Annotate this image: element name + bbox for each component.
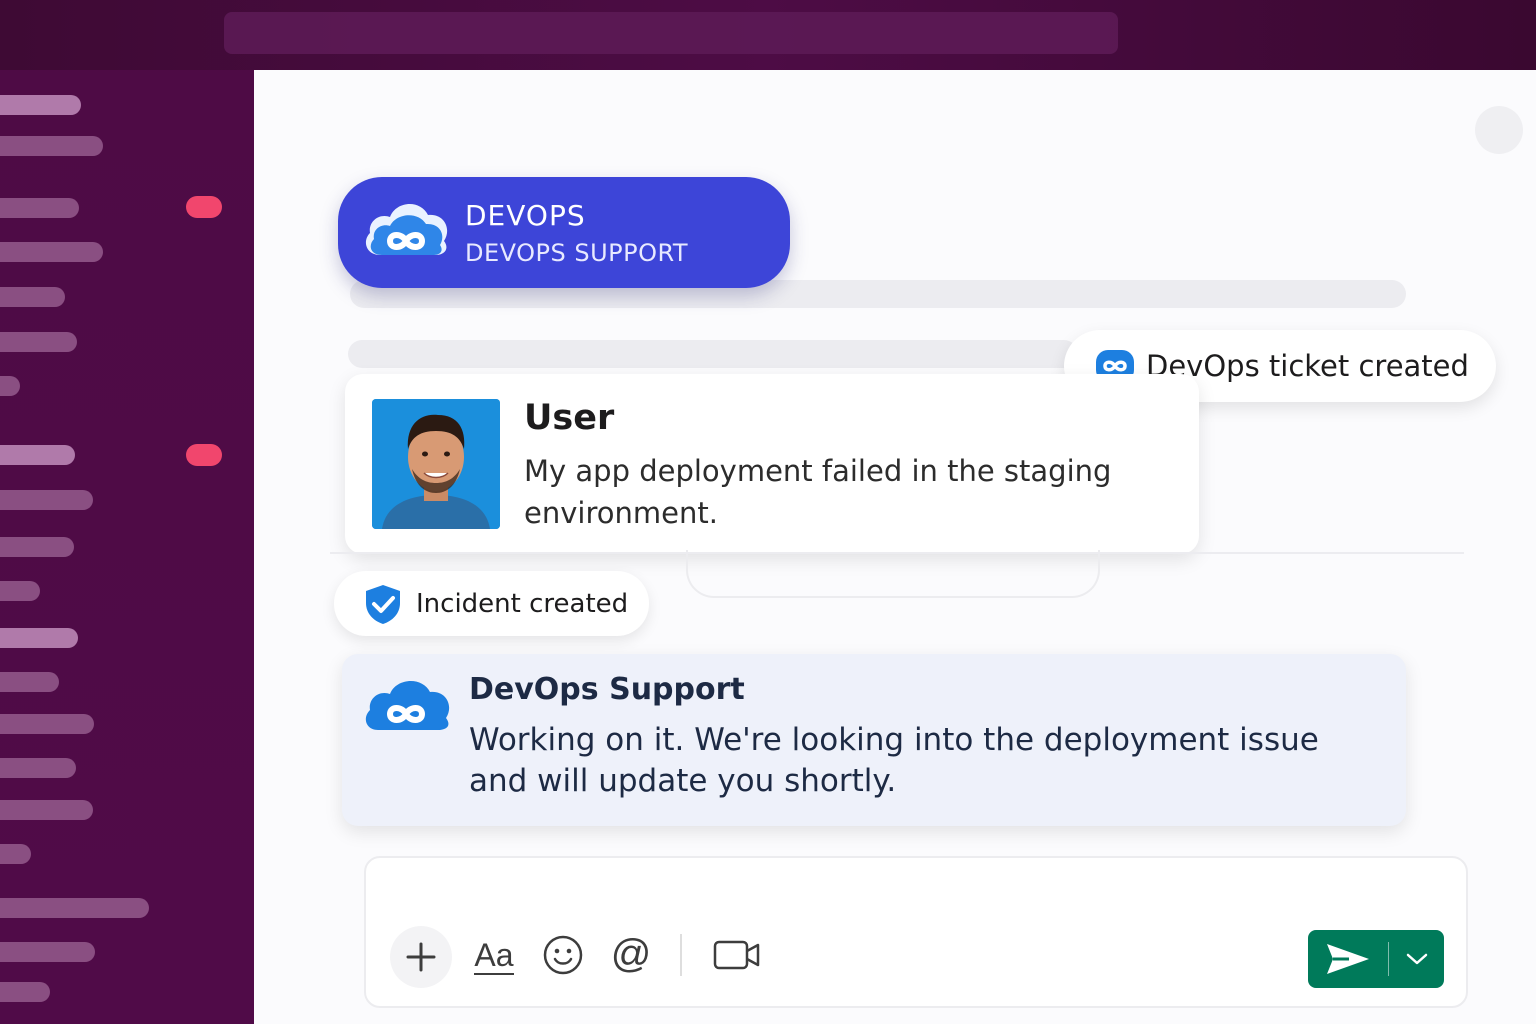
sidebar-item[interactable] — [0, 537, 74, 557]
search-bar[interactable] — [224, 12, 1118, 54]
mention-button[interactable]: @ — [608, 930, 654, 978]
sidebar-item[interactable] — [0, 628, 78, 648]
shield-check-icon — [366, 585, 400, 624]
sidebar-item[interactable] — [0, 800, 93, 820]
sidebar-item[interactable] — [0, 898, 149, 918]
message-composer: Aa @ — [364, 856, 1468, 1008]
sidebar-item[interactable] — [0, 672, 59, 692]
sidebar-item[interactable] — [0, 581, 40, 601]
incident-created-chip[interactable]: Incident created — [334, 571, 649, 636]
video-button[interactable] — [712, 936, 762, 974]
message-author: DevOps Support — [469, 672, 745, 707]
sidebar-item[interactable] — [0, 445, 75, 465]
chevron-down-icon — [1406, 953, 1428, 965]
divider — [330, 552, 1464, 554]
toolbar-separator — [680, 934, 682, 976]
add-button[interactable] — [390, 926, 452, 988]
format-button[interactable]: Aa — [470, 930, 518, 982]
profile-avatar[interactable] — [1475, 106, 1523, 154]
sidebar-item[interactable] — [0, 198, 79, 218]
sidebar-item[interactable] — [0, 287, 65, 307]
ticket-chip-label: DevOps ticket created — [1146, 349, 1469, 383]
message-text: My app deployment failed in the staging … — [524, 454, 1112, 530]
sidebar-item[interactable] — [0, 982, 50, 1002]
sidebar-item[interactable] — [0, 242, 103, 262]
emoji-icon — [543, 935, 583, 975]
send-icon — [1327, 944, 1369, 974]
send-button-group — [1308, 930, 1444, 988]
sidebar-item[interactable] — [0, 136, 103, 156]
message-input[interactable] — [380, 870, 1444, 924]
emoji-button[interactable] — [540, 932, 586, 978]
sidebar-item[interactable] — [0, 758, 76, 778]
send-separator — [1388, 942, 1389, 976]
sidebar-item[interactable] — [0, 332, 77, 352]
mention-icon: @ — [610, 931, 652, 976]
video-icon — [713, 940, 760, 970]
plus-icon — [406, 942, 436, 972]
devops-cloud-icon — [365, 680, 450, 730]
sidebar-item[interactable] — [0, 844, 31, 864]
support-message-card: DevOps Support Working on it. We're look… — [342, 654, 1406, 826]
avatar[interactable] — [372, 399, 500, 529]
sidebar-item[interactable] — [0, 714, 94, 734]
thread-preview — [686, 550, 1100, 598]
sidebar-item[interactable] — [0, 376, 20, 396]
sidebar — [0, 70, 254, 1024]
devops-cloud-icon — [365, 203, 448, 255]
user-message-card: User My app deployment failed in the sta… — [345, 374, 1199, 554]
channel-title: DEVOPS — [465, 199, 586, 232]
top-bar — [0, 0, 1536, 70]
sidebar-item[interactable] — [0, 95, 81, 115]
sidebar-item[interactable] — [0, 490, 93, 510]
incident-chip-label: Incident created — [416, 589, 629, 619]
message-text: Working on it. We're looking into the de… — [469, 722, 1319, 799]
send-options-button[interactable] — [1392, 930, 1442, 988]
sidebar-item[interactable] — [0, 942, 95, 962]
unread-badge — [186, 444, 222, 466]
message-author: User — [524, 398, 615, 438]
user-photo — [372, 399, 500, 529]
placeholder-bar — [348, 340, 1078, 368]
channel-subtitle: DEVOPS SUPPORT — [465, 239, 689, 267]
format-icon: Aa — [474, 937, 514, 975]
unread-badge — [186, 196, 222, 218]
channel-header[interactable]: DEVOPS DEVOPS SUPPORT — [338, 177, 790, 288]
send-button[interactable] — [1308, 930, 1388, 988]
